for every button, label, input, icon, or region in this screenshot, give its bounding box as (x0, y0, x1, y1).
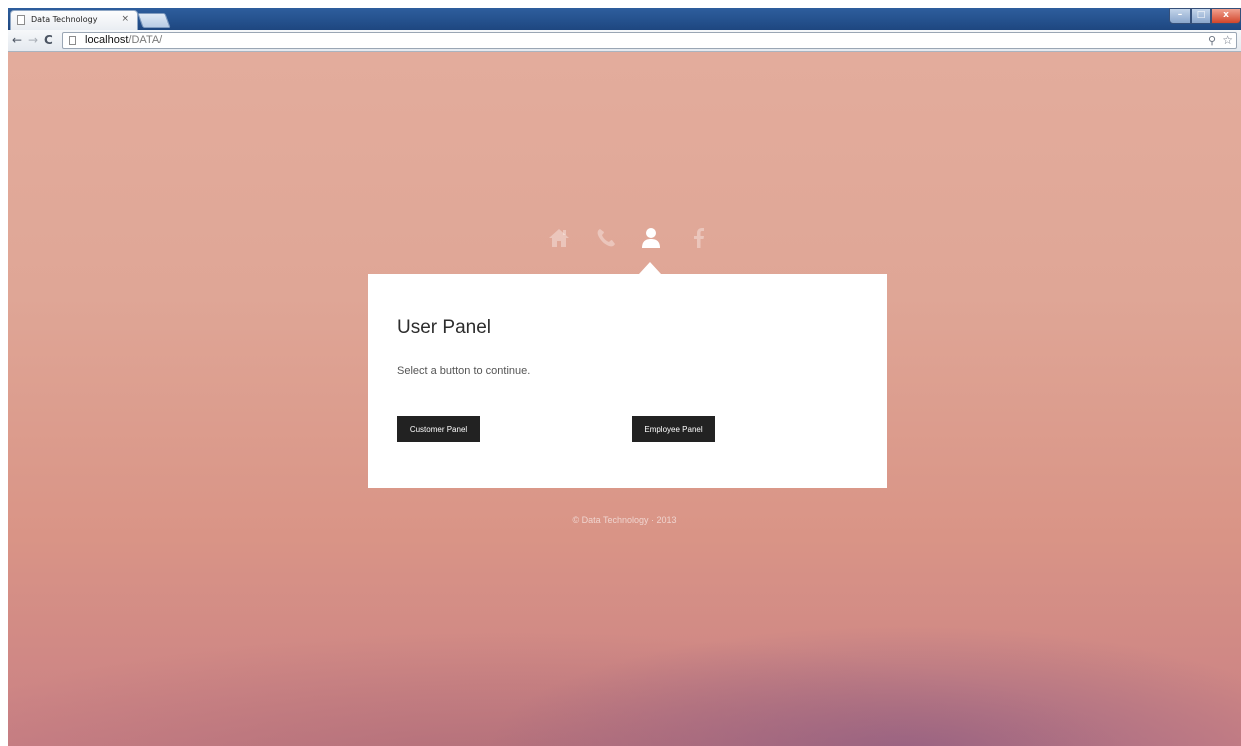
browser-toolbar: ← → C localhost/DATA/ ⚲ ☆ (8, 30, 1241, 52)
title-bar: Data Technology × – □ x (8, 8, 1241, 30)
address-bar[interactable]: localhost/DATA/ ⚲ ☆ (62, 32, 1237, 49)
user-icon[interactable] (640, 227, 662, 249)
page-icon (69, 36, 76, 45)
close-icon: x (1223, 10, 1229, 20)
panel-subtitle: Select a button to continue. (397, 365, 531, 377)
bookmark-star-icon[interactable]: ☆ (1222, 33, 1233, 47)
forward-button[interactable]: → (28, 33, 38, 47)
url-text[interactable]: localhost/DATA/ (85, 34, 162, 46)
user-panel: User Panel Select a button to continue. … (368, 274, 887, 488)
new-tab-button[interactable] (137, 13, 171, 28)
browser-tab[interactable]: Data Technology × (10, 10, 138, 30)
page-icon (17, 15, 25, 25)
minimize-icon: – (1177, 10, 1183, 20)
back-button[interactable]: ← (12, 33, 22, 47)
panel-pointer (639, 262, 661, 274)
close-tab-icon[interactable]: × (121, 14, 129, 24)
url-path: /DATA/ (128, 34, 163, 46)
maximize-button[interactable]: □ (1191, 8, 1211, 24)
window-controls: – □ x (1169, 8, 1241, 26)
close-window-button[interactable]: x (1211, 8, 1241, 24)
page-viewport: User Panel Select a button to continue. … (8, 52, 1241, 746)
phone-icon[interactable] (595, 227, 617, 249)
customer-panel-button[interactable]: Customer Panel (397, 416, 480, 442)
maximize-icon: □ (1196, 10, 1206, 20)
employee-panel-button[interactable]: Employee Panel (632, 416, 715, 442)
minimize-button[interactable]: – (1169, 8, 1191, 24)
reload-button[interactable]: C (44, 33, 53, 47)
facebook-icon[interactable] (688, 227, 710, 249)
tab-title: Data Technology (31, 15, 98, 24)
browser-window: Data Technology × – □ x ← → C localhost/… (8, 8, 1241, 746)
url-host: localhost (85, 34, 129, 46)
zoom-icon[interactable]: ⚲ (1208, 34, 1216, 47)
icon-nav (548, 227, 708, 257)
footer-copyright: © Data Technology · 2013 (572, 515, 677, 525)
panel-title: User Panel (397, 317, 491, 338)
home-icon[interactable] (548, 227, 570, 249)
